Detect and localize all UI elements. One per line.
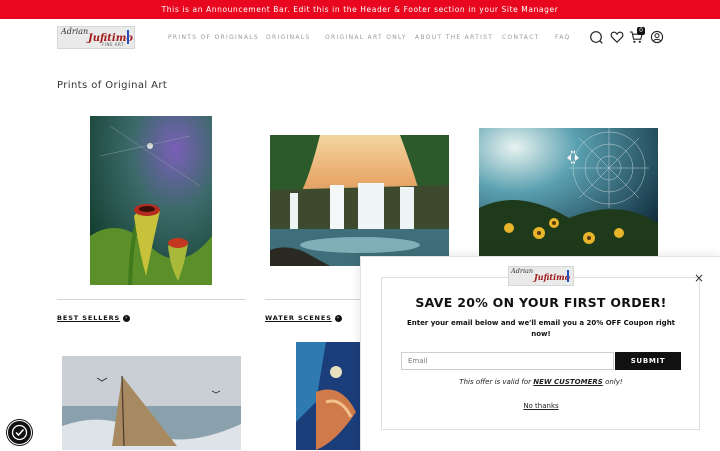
cart-count-badge: 0 <box>637 27 645 35</box>
offer-prefix: This offer is valid for <box>459 378 532 386</box>
nav-contact[interactable]: CONTACT <box>502 34 540 41</box>
nav-originals[interactable]: ORIGINALS <box>266 34 311 41</box>
category-label: BEST SELLERS <box>57 314 121 322</box>
nav-prints-of-originals[interactable]: PRINTS OF ORIGINALS <box>168 34 259 41</box>
logo-line2: Jufitimo <box>534 272 570 282</box>
site-logo[interactable]: Adrian Jufitimo FINE ART <box>57 26 135 49</box>
logo-line3: FINE ART <box>102 42 124 47</box>
logo-line1: Adrian <box>61 27 89 36</box>
logo-line1: Adrian <box>511 267 534 275</box>
artwork-abstract-figure[interactable] <box>296 342 360 450</box>
nav-original-art-only[interactable]: ORIGINAL ART ONLY <box>325 34 407 41</box>
category-label: WATER SCENES <box>265 314 332 322</box>
account-icon[interactable] <box>650 30 664 44</box>
accessibility-icon[interactable] <box>7 420 32 445</box>
offer-suffix: only! <box>605 378 623 386</box>
category-link-best-sellers[interactable]: BEST SELLERS › <box>57 314 131 322</box>
close-icon[interactable]: × <box>694 271 704 285</box>
page-title: Prints of Original Art <box>57 80 168 91</box>
category-link-water-scenes[interactable]: WATER SCENES › <box>265 314 342 322</box>
email-input[interactable]: Email <box>401 352 614 370</box>
category-divider <box>265 299 360 300</box>
nav-faq[interactable]: FAQ <box>555 34 571 41</box>
arrow-right-icon: › <box>123 314 131 322</box>
email-signup-popup: × Adrian Jufitimo SAVE 20% ON YOUR FIRST… <box>360 256 720 451</box>
logo-accent <box>127 30 129 44</box>
site-header: Adrian Jufitimo FINE ART PRINTS OF ORIGI… <box>0 19 720 57</box>
logo-accent <box>567 270 569 282</box>
search-icon[interactable] <box>589 30 603 44</box>
popup-subtext: Enter your email below and we'll email y… <box>406 319 676 338</box>
category-divider <box>57 299 246 300</box>
offer-note: This offer is valid for NEW CUSTOMERS on… <box>361 378 720 386</box>
heart-icon[interactable] <box>610 30 624 44</box>
arrow-right-icon: › <box>334 314 342 322</box>
artwork-waterfalls[interactable] <box>270 135 449 266</box>
artwork-spiderweb-butterfly[interactable] <box>479 128 658 256</box>
announcement-bar: This is an Announcement Bar. Edit this i… <box>0 0 720 19</box>
artwork-sailboat[interactable] <box>62 356 241 450</box>
submit-button[interactable]: SUBMIT <box>615 352 681 370</box>
popup-logo: Adrian Jufitimo <box>508 266 574 286</box>
offer-emphasis: NEW CUSTOMERS <box>533 378 603 386</box>
artwork-pitcher-plant[interactable] <box>90 116 212 285</box>
popup-headline: SAVE 20% ON YOUR FIRST ORDER! <box>415 295 667 310</box>
nav-about-the-artist[interactable]: ABOUT THE ARTIST <box>415 34 493 41</box>
no-thanks-link[interactable]: No thanks <box>361 402 720 410</box>
